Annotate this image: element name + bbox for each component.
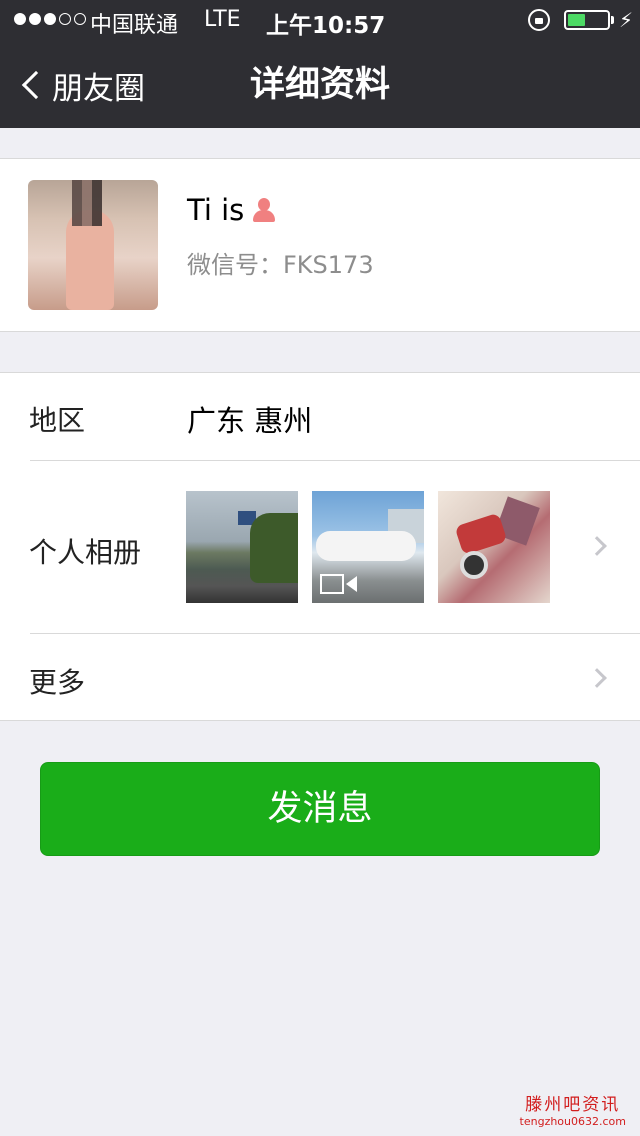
profile-card[interactable]: Ti is 微信号：FKS173 bbox=[0, 158, 640, 332]
more-label: 更多 bbox=[29, 666, 86, 699]
battery-cap bbox=[611, 16, 614, 24]
region-label: 地区 bbox=[29, 404, 86, 437]
signal-dot bbox=[74, 13, 86, 25]
divider bbox=[30, 460, 640, 461]
album-photo-1[interactable] bbox=[186, 491, 298, 603]
divider bbox=[30, 633, 640, 634]
watermark: 滕州吧资讯 tengzhou0632.com bbox=[520, 1090, 626, 1128]
chevron-right-icon bbox=[587, 668, 607, 688]
watermark-title: 滕州吧资讯 bbox=[525, 1095, 621, 1115]
battery-level-fill bbox=[568, 14, 585, 26]
status-bar: 中国联通 LTE 上午10:57 ⚡ bbox=[0, 0, 640, 40]
album-photo-2[interactable] bbox=[312, 491, 424, 603]
carrier-name: 中国联通 bbox=[90, 13, 179, 38]
album-photo-3[interactable] bbox=[438, 491, 550, 603]
watermark-url: tengzhou0632.com bbox=[519, 1115, 626, 1128]
charging-bolt-icon: ⚡ bbox=[619, 8, 634, 32]
header-bar: 中国联通 LTE 上午10:57 ⚡ 朋友圈 详细资料 bbox=[0, 0, 640, 128]
profile-name: Ti is bbox=[187, 193, 278, 227]
wechat-id: 微信号：FKS173 bbox=[187, 251, 374, 279]
page-title: 详细资料 bbox=[249, 65, 390, 105]
avatar[interactable] bbox=[28, 180, 158, 310]
status-time: 上午10:57 bbox=[266, 13, 386, 39]
signal-dot bbox=[14, 13, 26, 25]
signal-strength-icon bbox=[14, 13, 86, 25]
network-type: LTE bbox=[204, 7, 241, 32]
album-label: 个人相册 bbox=[29, 536, 142, 569]
signal-dot bbox=[59, 13, 71, 25]
info-list: 地区 广东 惠州 个人相册 更多 bbox=[0, 372, 640, 721]
video-icon bbox=[320, 573, 358, 595]
female-icon bbox=[250, 196, 278, 224]
profile-name-text: Ti is bbox=[187, 193, 245, 227]
signal-dot bbox=[29, 13, 41, 25]
region-value: 广东 惠州 bbox=[187, 404, 313, 438]
rotation-lock-icon bbox=[528, 9, 550, 31]
send-message-button[interactable]: 发消息 bbox=[40, 762, 600, 856]
avatar-pixelated-face bbox=[72, 180, 102, 226]
chevron-right-icon bbox=[587, 536, 607, 556]
signal-dot bbox=[44, 13, 56, 25]
battery-icon bbox=[564, 10, 610, 30]
